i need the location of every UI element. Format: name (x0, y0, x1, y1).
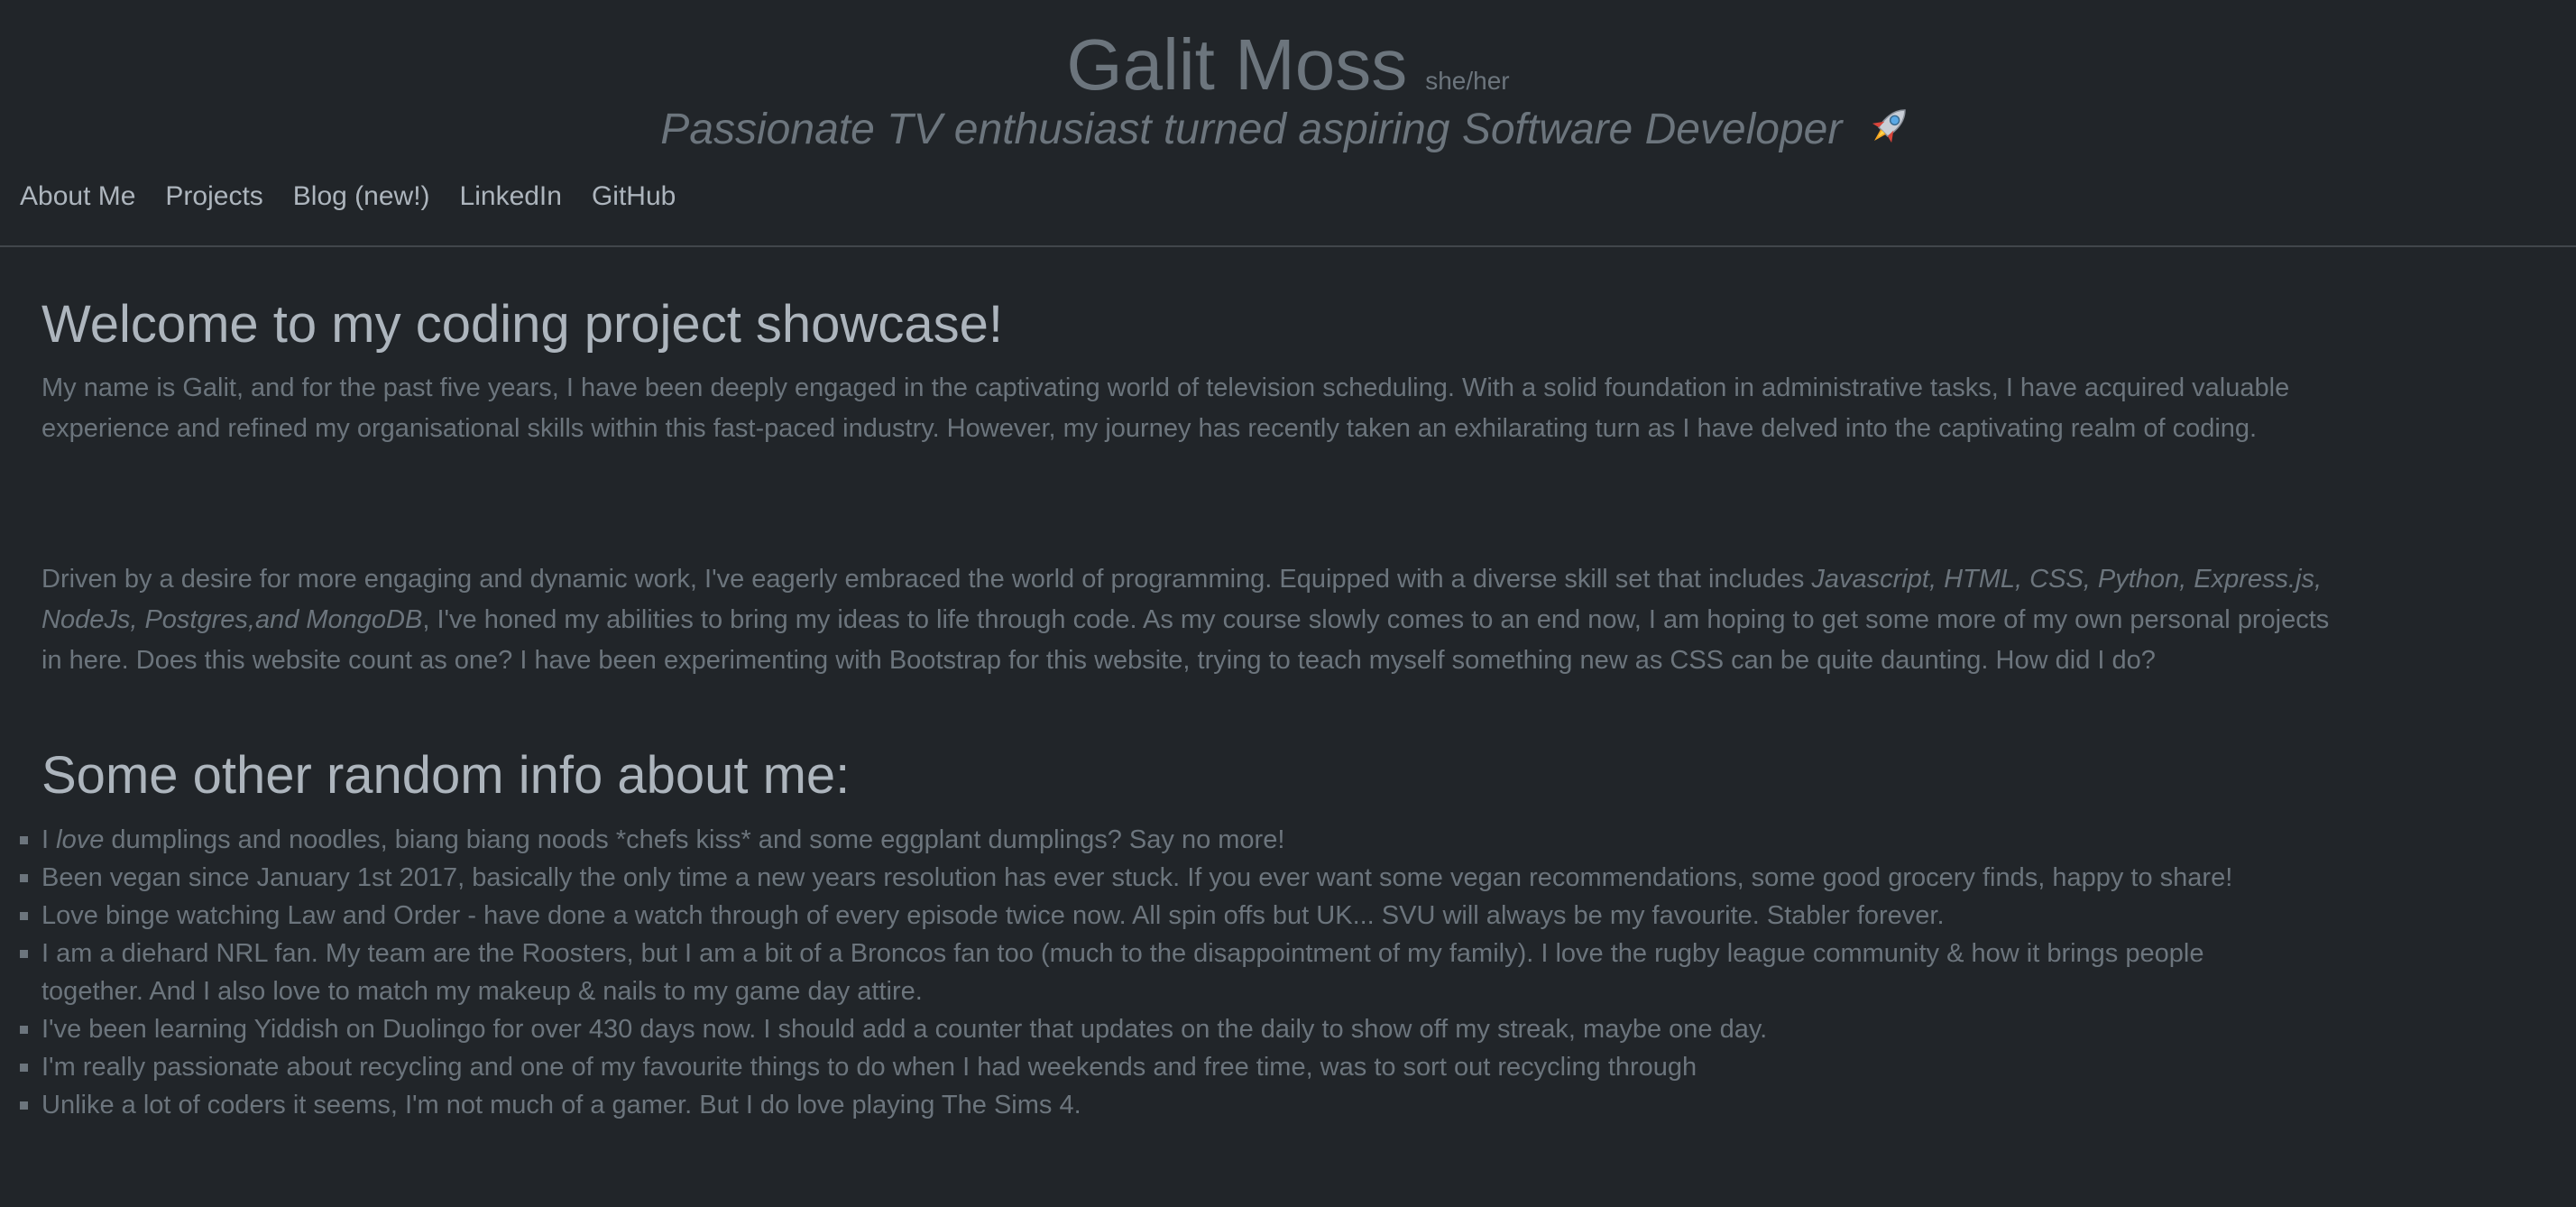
nav-projects[interactable]: Projects (165, 177, 262, 217)
name-row: Galit Moss she/her (0, 22, 2576, 108)
rocket-icon (1863, 102, 1916, 164)
site-owner-name: Galit Moss (1066, 24, 1408, 105)
fact-text: Been vegan since January 1st 2017, basic… (41, 863, 2233, 892)
tagline: Passionate TV enthusiast turned aspiring… (0, 101, 2576, 164)
bullet-icon (20, 1064, 28, 1072)
list-item: I've been learning Yiddish on Duolingo f… (0, 1010, 2576, 1048)
pronouns: she/her (1425, 67, 1510, 95)
page-header: Galit Moss she/her Passionate TV enthusia… (0, 0, 2576, 247)
nav-linkedin[interactable]: LinkedIn (460, 177, 562, 217)
skills-paragraph: Driven by a desire for more engaging and… (41, 559, 2351, 681)
list-item: I'm really passionate about recycling an… (0, 1048, 2576, 1086)
list-item: Love binge watching Law and Order - have… (0, 897, 2576, 935)
fact-text: I am a diehard NRL fan. My team are the … (41, 939, 2204, 1006)
nav-blog[interactable]: Blog (new!) (293, 177, 430, 217)
tagline-text: Passionate TV enthusiast turned aspiring… (660, 106, 1843, 153)
list-item: Been vegan since January 1st 2017, basic… (0, 859, 2576, 897)
bullet-icon (20, 1026, 28, 1034)
random-info-heading: Some other random info about me: (41, 746, 851, 805)
welcome-heading: Welcome to my coding project showcase! (41, 295, 1003, 354)
list-item: I love dumplings and noodles, biang bian… (0, 821, 2576, 859)
fact-text: Love binge watching Law and Order - have… (41, 901, 1945, 930)
bullet-icon (20, 836, 28, 844)
bullet-icon (20, 912, 28, 920)
bullet-icon (20, 1101, 28, 1110)
skills-paragraph-start: Driven by a desire for more engaging and… (41, 565, 1812, 594)
fact-emphasis: love (56, 825, 105, 854)
main-nav: About Me Projects Blog (new!) LinkedIn G… (20, 177, 676, 217)
bullet-icon (20, 950, 28, 958)
fact-text-start: I (41, 825, 57, 854)
random-facts-list: I love dumplings and noodles, biang bian… (0, 821, 2576, 1124)
intro-paragraph: My name is Galit, and for the past five … (41, 373, 2290, 443)
nav-github[interactable]: GitHub (592, 177, 676, 217)
fact-text: I'm really passionate about recycling an… (41, 1053, 1697, 1082)
fact-text: Unlike a lot of coders it seems, I'm not… (41, 1091, 1081, 1119)
list-item: I am a diehard NRL fan. My team are the … (0, 935, 2576, 1010)
bullet-icon (20, 874, 28, 882)
list-item: Unlike a lot of coders it seems, I'm not… (0, 1086, 2576, 1124)
fact-text: I've been learning Yiddish on Duolingo f… (41, 1015, 1768, 1044)
nav-about-me[interactable]: About Me (20, 177, 135, 217)
fact-text-end: dumplings and noodles, biang biang noods… (104, 825, 1285, 854)
